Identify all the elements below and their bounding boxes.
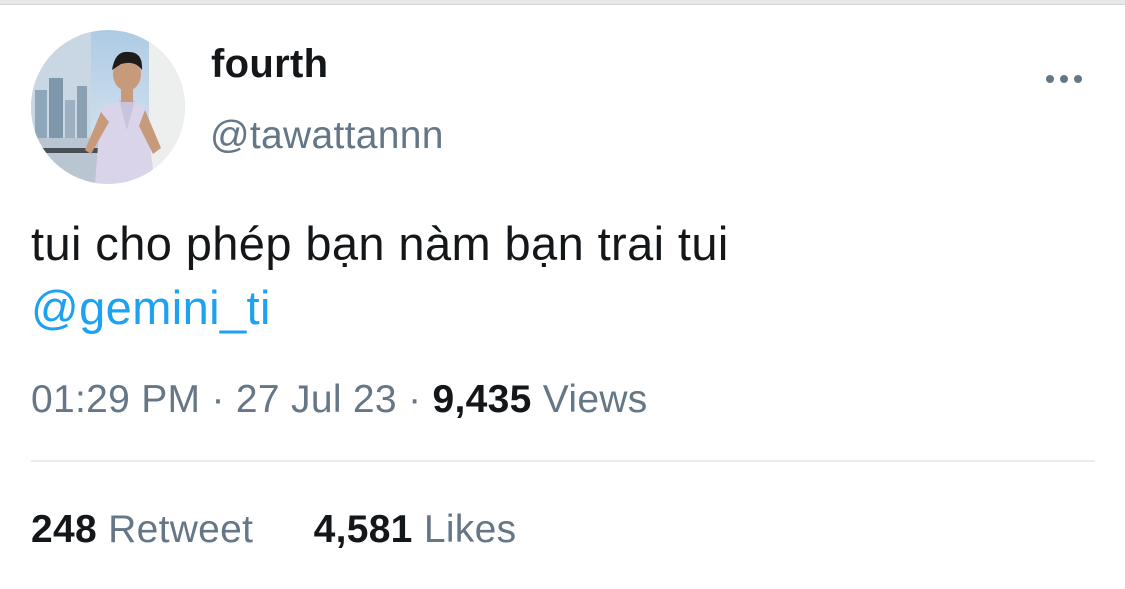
more-horizontal-icon <box>1046 75 1082 83</box>
views-label: Views <box>542 378 648 421</box>
mention-link[interactable]: @gemini_ti <box>31 276 1091 340</box>
tweet-text-line: tui cho phép bạn nàm bạn trai tui <box>31 217 729 270</box>
likes-count: 4,581 <box>313 508 413 551</box>
avatar[interactable] <box>31 30 185 184</box>
likes-stat[interactable]: 4,581 Likes <box>302 508 516 551</box>
retweets-count: 248 <box>31 508 97 551</box>
meta-separator: · <box>408 378 422 421</box>
meta-separator: · <box>211 378 225 421</box>
top-divider <box>0 0 1125 5</box>
tweet-time[interactable]: 01:29 PM <box>31 378 200 421</box>
retweets-stat[interactable]: 248 Retweet <box>31 508 264 551</box>
views-count: 9,435 <box>432 378 532 421</box>
more-options-button[interactable] <box>1040 64 1088 94</box>
display-name[interactable]: fourth <box>211 42 328 87</box>
tweet-date[interactable]: 27 Jul 23 <box>236 378 397 421</box>
tweet-text: tui cho phép bạn nàm bạn trai tui @gemin… <box>31 212 1091 340</box>
engagement-stats: 248 Retweet 4,581 Likes <box>31 508 516 552</box>
user-handle[interactable]: @tawattannn <box>210 114 444 158</box>
tweet-metadata: 01:29 PM · 27 Jul 23 · 9,435 Views <box>31 378 648 422</box>
likes-label: Likes <box>423 508 517 551</box>
retweets-label: Retweet <box>108 508 254 551</box>
stats-divider <box>31 460 1095 462</box>
